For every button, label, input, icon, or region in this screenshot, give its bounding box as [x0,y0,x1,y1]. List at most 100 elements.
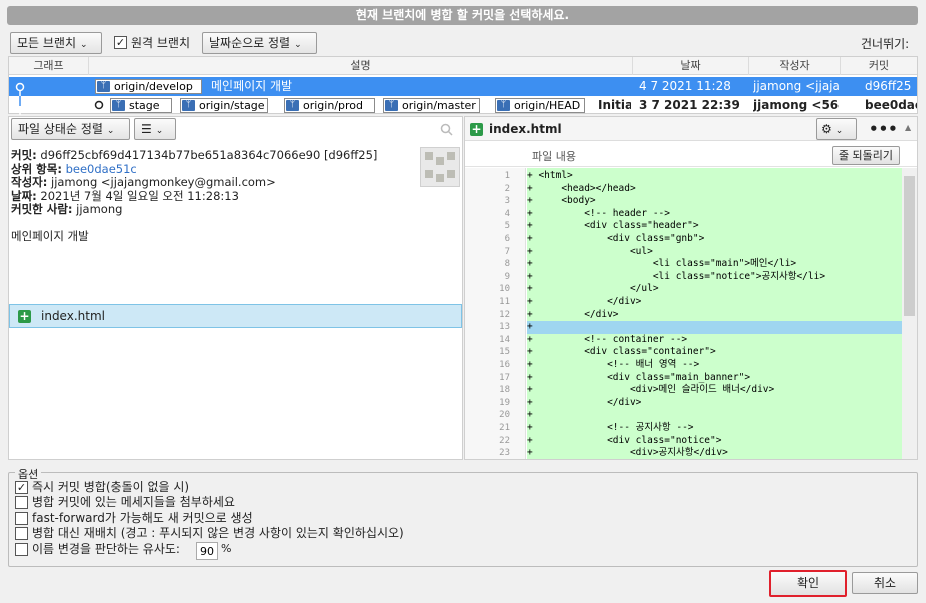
line-number: 9 [504,271,510,282]
code-line[interactable]: + <div class="header"> [527,220,902,233]
line-number: 22 [499,435,510,446]
dialog-title: 현재 브랜치에 병합 할 커밋을 선택하세요. [7,6,918,25]
code-line[interactable]: + <ul> [527,246,902,259]
code-line[interactable]: + <li class="main">메인</li> [527,258,902,271]
line-number: 1 [504,171,510,181]
ok-button[interactable]: 확인 [769,570,847,597]
similarity-input[interactable] [196,542,218,560]
line-number: 4 [504,208,510,219]
column-description[interactable]: 설명 [89,57,633,75]
code-line[interactable]: + <!-- container --> [527,334,902,347]
committer-label: 커밋한 사람: [11,202,73,216]
chevron-down-icon: ⌄ [835,126,844,136]
branch-tag-label: origin/HEAD [514,99,581,112]
file-list-item[interactable]: + index.html [9,304,462,328]
code-line[interactable]: + <div class="notice"> [527,435,902,448]
branch-tag: ᛘ origin/prod [284,98,375,113]
diff-subheader: 파일 내용 줄 되돌리기 [465,142,917,167]
line-number: 15 [499,347,510,358]
code-line[interactable]: + </div> [527,296,902,309]
view-mode-dropdown[interactable]: ☰ ⌄ [134,118,176,140]
chevron-down-icon: ⌄ [106,126,115,136]
code-line[interactable]: + <body> [527,195,902,208]
option-checkbox[interactable]: ✓ [15,481,28,494]
chevron-down-icon: ⌄ [80,40,88,50]
commit-label: 커밋: [11,148,37,162]
option-checkbox[interactable] [15,512,28,525]
avatar-identicon [425,152,455,182]
committer-value: jjamong [76,202,123,216]
option-label: 병합 커밋에 있는 메세지들을 첨부하세요 [32,495,235,509]
code-line[interactable]: + <div class="main_banner"> [527,372,902,385]
gear-icon: ⚙ [821,122,832,136]
column-graph[interactable]: 그래프 [9,57,89,75]
more-icon[interactable]: ••• [869,120,898,138]
line-number: 19 [499,397,510,408]
code-line[interactable]: + <!-- 공지사항 --> [527,422,902,435]
vertical-scrollbar[interactable] [902,168,917,459]
commit-row[interactable]: ᛘ origin/develop 메인페이지 개발 4 7 2021 11:28 … [9,77,917,115]
option-checkbox[interactable] [15,527,28,540]
line-number-gutter: 1 2 3 4 5 6 7 8 9 10 11 12 13 14 15 16 17 18 19 20 21 22 23 [465,168,526,459]
added-file-icon: + [18,309,31,323]
branch-icon: ᛘ [286,100,299,111]
commit-row[interactable]: ᛘ stage ᛘ origin/stage ᛘ origin/prod ᛘ origi… [9,96,917,115]
options-group: 옵션 ✓ 즉시 커밋 병합(충돌이 없을 시) 병합 커밋에 있는 메세지들을 … [8,466,918,567]
line-number: 13 [499,322,510,333]
code-line[interactable]: + <div class="container"> [527,346,902,359]
code-line[interactable]: + <div class="gnb"> [527,233,902,246]
column-author[interactable]: 작성자 [749,57,841,75]
line-number: 8 [504,259,510,270]
scroll-up-icon[interactable]: ▲ [905,123,911,132]
file-content-label: 파일 내용 [532,150,576,163]
code-line[interactable]: + <div>메인 슬라이드 배너</div> [527,384,902,397]
line-number: 17 [499,372,510,383]
code-line[interactable]: + <li class="notice">공지사항</li> [527,271,902,284]
branch-filter-label: 모든 브랜치 [17,36,77,50]
code-line[interactable]: + <html> [527,170,902,183]
toolbar: 모든 브랜치 ⌄ ✓ 원격 브랜치 날짜순으로 정렬 ⌄ 건너뛰기: [8,32,918,54]
commit-author: jjamong <564337 [753,98,839,112]
cancel-button[interactable]: 취소 [852,572,918,594]
branch-tag: ᛘ origin/HEAD [495,98,585,113]
date-label: 날짜: [11,188,37,203]
branch-tag-label: origin/develop [114,80,193,93]
code-line[interactable]: + </div> [527,309,902,322]
code-line[interactable]: + [527,409,902,422]
code-line[interactable]: + <!-- header --> [527,208,902,221]
code-line[interactable]: + [527,321,902,334]
branch-icon: ᛘ [497,100,510,111]
chevron-down-icon: ⌄ [294,40,302,50]
commit-table: 그래프 설명 날짜 작성자 커밋 ᛘ origin/develop 메인페이지 개… [8,56,918,115]
diff-options-dropdown[interactable]: ⚙ ⌄ [816,118,857,140]
author-value: jjamong <jjajangmonkey@gmail.com> [51,175,276,189]
remote-branches-checkbox[interactable]: ✓ [114,36,127,49]
sort-label: 날짜순으로 정렬 [209,36,291,50]
avatar [420,147,460,187]
scrollbar-thumb[interactable] [904,176,915,316]
sort-dropdown[interactable]: 날짜순으로 정렬 ⌄ [202,32,317,54]
line-number: 11 [499,297,510,307]
code-line[interactable]: + <head></head> [527,183,902,196]
commit-message: Initia [598,98,631,112]
code-line[interactable]: + <!-- 배너 영역 --> [527,359,902,372]
parent-link[interactable]: bee0dae51c [66,162,137,176]
column-date[interactable]: 날짜 [633,57,749,75]
file-sort-dropdown[interactable]: 파일 상태순 정렬 ⌄ [11,118,130,140]
branch-tag-label: origin/stage [199,99,265,112]
code-line[interactable]: + <div>공지사항</div> [527,447,902,459]
search-icon[interactable] [440,123,453,136]
code-line[interactable]: + </ul> [527,283,902,296]
commit-author: jjamong <jjajangm [753,79,839,93]
revert-lines-button[interactable]: 줄 되돌리기 [832,146,900,165]
branch-filter-dropdown[interactable]: 모든 브랜치 ⌄ [10,32,102,54]
chevron-down-icon: ⌄ [155,126,164,136]
line-number: 10 [499,284,510,295]
option-checkbox[interactable] [15,496,28,509]
commit-hash: d96ff25 [865,79,912,93]
diff-code: + <html> + <head></head> + <body> + <!-- he… [527,168,902,459]
option-checkbox[interactable] [15,543,28,556]
code-line[interactable]: + </div> [527,397,902,410]
line-number: 18 [499,385,510,396]
column-commit[interactable]: 커밋 [841,57,917,75]
